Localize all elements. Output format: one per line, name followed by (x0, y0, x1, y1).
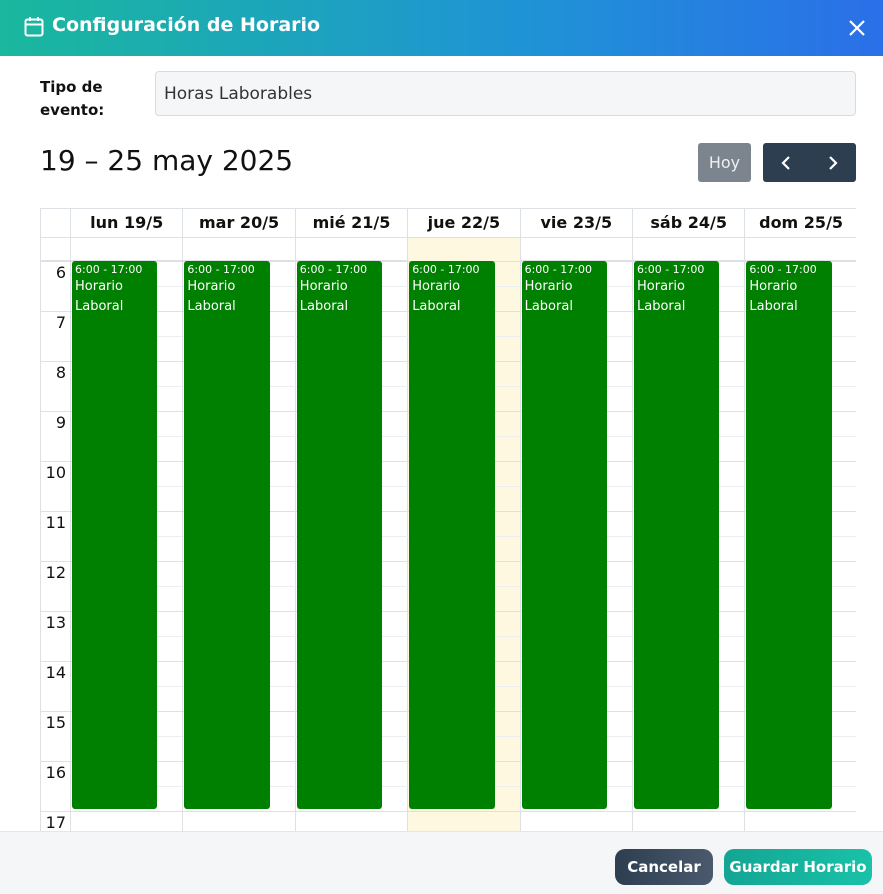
chevron-right-icon (828, 155, 838, 170)
today-button[interactable]: Hoy (698, 143, 751, 182)
day-header[interactable]: dom 25/5 (744, 209, 856, 238)
schedule-event[interactable]: 6:00 - 17:00 Horario Laboral (296, 261, 383, 809)
calendar-icon (24, 17, 44, 37)
hour-label: 17 (45, 813, 66, 831)
tipo-evento-field[interactable] (155, 71, 856, 116)
schedule-event[interactable]: 6:00 - 17:00 Horario Laboral (409, 261, 495, 809)
day-header-row: lun 19/5 mar 20/5 mié 21/5 jue 22/5 vie 23/5… (41, 208, 856, 238)
tipo-evento-label: Tipo de evento: (40, 78, 105, 119)
hour-label: 8 (55, 363, 66, 382)
event-title: Horario Laboral (637, 279, 686, 314)
date-range-title: 19 – 25 may 2025 (40, 144, 294, 177)
day-header[interactable]: jue 22/5 (407, 209, 519, 238)
hour-label: 15 (45, 713, 66, 732)
hour-label: 11 (45, 513, 66, 532)
schedule-event[interactable]: 6:00 - 17:00 Horario Laboral (521, 261, 607, 809)
hour-label: 16 (45, 763, 66, 782)
event-title: Horario Laboral (749, 279, 798, 314)
event-time: 6:00 - 17:00 (637, 263, 705, 276)
day-header[interactable]: mié 21/5 (294, 209, 407, 238)
hour-label: 13 (45, 613, 66, 632)
dialog-header: Configuración de Horario (0, 0, 883, 56)
hour-label: 6 (55, 263, 66, 282)
hour-label: 12 (45, 563, 66, 582)
day-header[interactable]: mar 20/5 (182, 209, 294, 238)
hour-label: 14 (45, 663, 66, 682)
event-title: Horario Laboral (412, 279, 461, 314)
event-time: 6:00 - 17:00 (749, 263, 817, 276)
week-calendar: lun 19/5 mar 20/5 mié 21/5 jue 22/5 vie 23/5… (40, 208, 856, 831)
day-header[interactable]: vie 23/5 (519, 209, 632, 238)
dialog-title: Configuración de Horario (52, 14, 321, 36)
event-time: 6:00 - 17:00 (187, 263, 255, 276)
chevron-left-icon (781, 155, 791, 170)
event-time: 6:00 - 17:00 (524, 263, 592, 276)
schedule-dialog: Configuración de Horario Tipo de evento:… (0, 0, 883, 894)
event-title: Horario Laboral (75, 279, 124, 314)
day-header[interactable]: lun 19/5 (70, 209, 182, 238)
event-title: Horario Laboral (524, 279, 573, 314)
cancel-button[interactable]: Cancelar (615, 849, 713, 885)
hour-label: 10 (45, 463, 66, 482)
event-time: 6:00 - 17:00 (412, 263, 480, 276)
schedule-event[interactable]: 6:00 - 17:00 Horario Laboral (72, 261, 158, 809)
event-time: 6:00 - 17:00 (75, 263, 143, 276)
prev-week-button[interactable] (763, 143, 810, 182)
event-time: 6:00 - 17:00 (299, 263, 368, 276)
schedule-event[interactable]: 6:00 - 17:00 Horario Laboral (746, 261, 832, 809)
save-schedule-button[interactable]: Guardar Horario (724, 849, 872, 885)
event-title: Horario Laboral (299, 279, 349, 314)
week-nav-group (763, 143, 856, 182)
schedule-event[interactable]: 6:00 - 17:00 Horario Laboral (184, 261, 270, 809)
dialog-footer: Cancelar Guardar Horario (0, 831, 883, 894)
hour-label: 7 (55, 313, 66, 332)
schedule-event[interactable]: 6:00 - 17:00 Horario Laboral (634, 261, 720, 809)
hour-label: 9 (55, 413, 66, 432)
event-title: Horario Laboral (187, 279, 236, 314)
day-header[interactable]: sáb 24/5 (632, 209, 744, 238)
close-icon[interactable] (843, 14, 871, 42)
next-week-button[interactable] (810, 143, 857, 182)
hour-gridline (41, 811, 856, 812)
